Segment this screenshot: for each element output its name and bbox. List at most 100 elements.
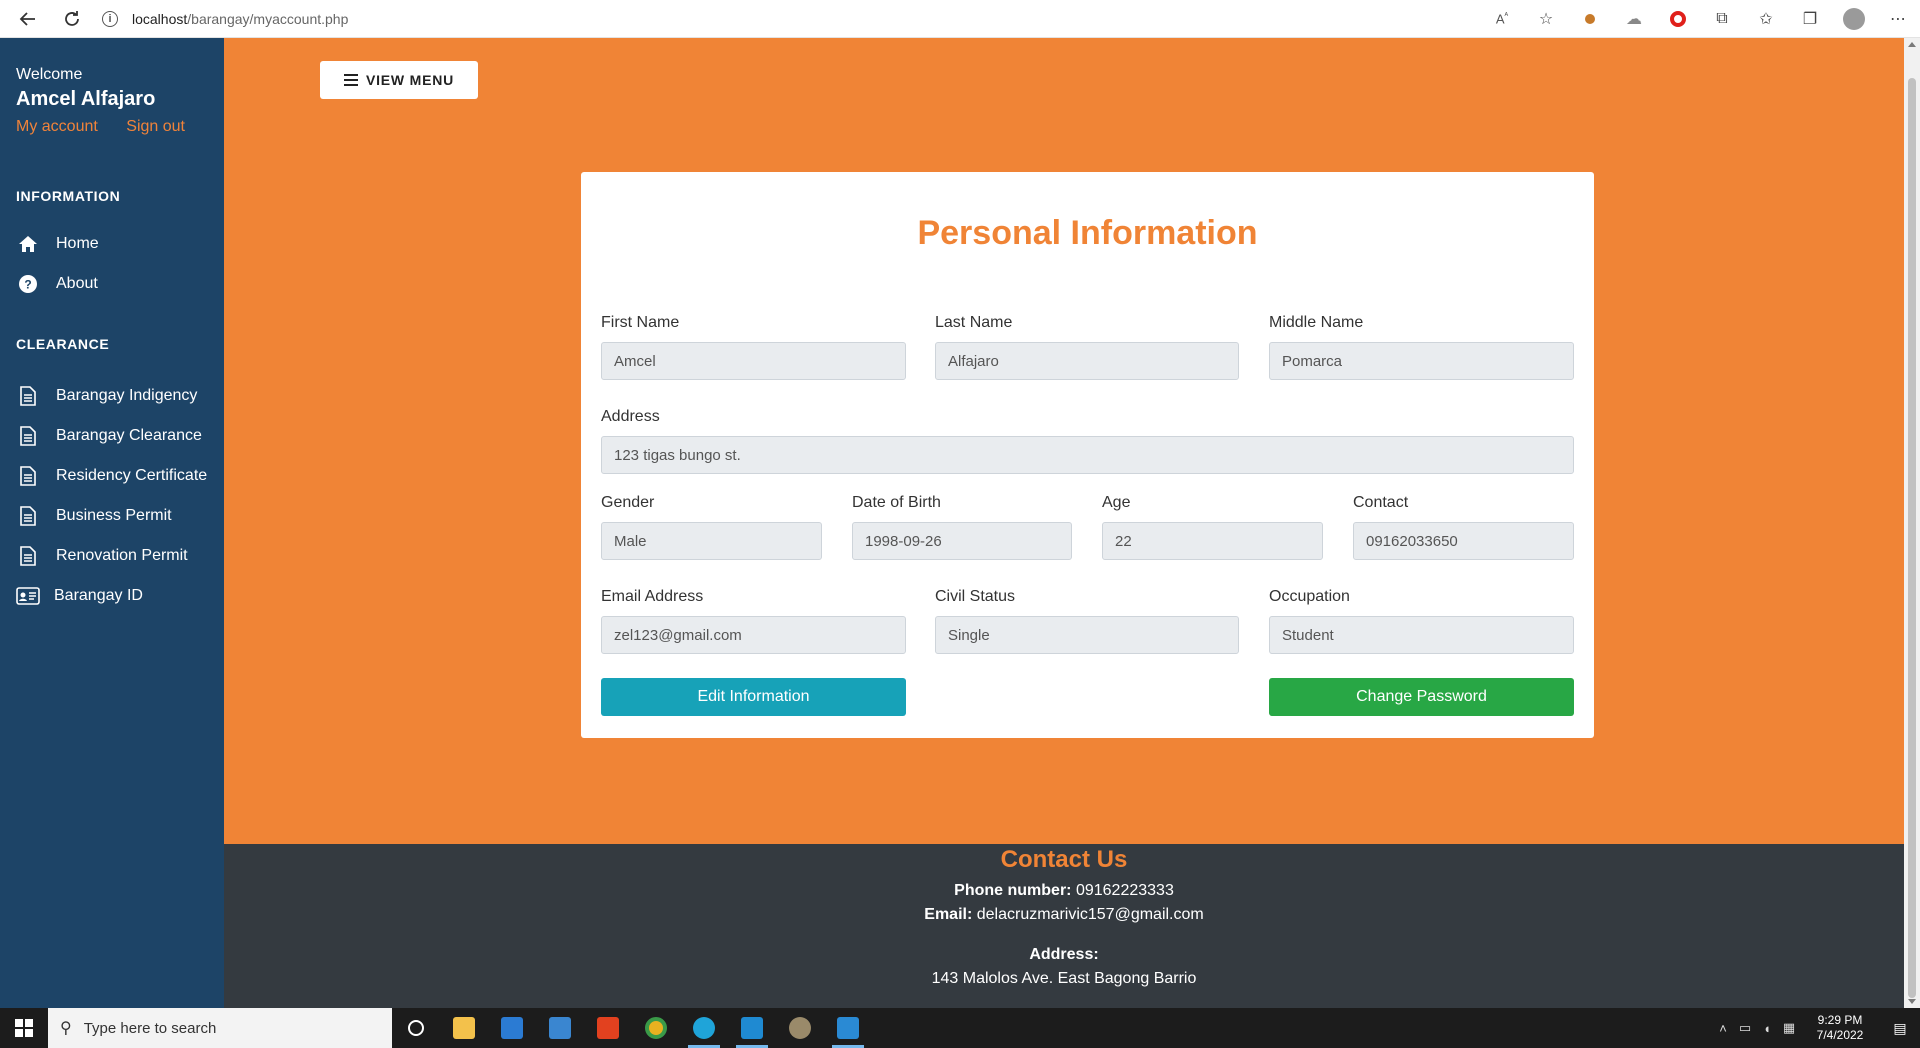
email-label: Email: xyxy=(924,906,973,923)
contact-field[interactable]: 09162033650 xyxy=(1353,522,1574,560)
cortana-icon[interactable] xyxy=(392,1008,440,1048)
sidebar-item-label: Barangay Indigency xyxy=(56,387,198,404)
email-field[interactable]: zel123@gmail.com xyxy=(601,616,906,654)
sidebar-item-barangay-id[interactable]: Barangay ID xyxy=(16,582,143,610)
cloud-icon[interactable]: ☁ xyxy=(1612,0,1656,38)
info-icon[interactable]: i xyxy=(102,11,118,27)
office-icon[interactable] xyxy=(584,1008,632,1048)
favorite-add-icon[interactable]: ☆ xyxy=(1524,0,1568,38)
footer: Contact Us Phone number: 09162223333 Ema… xyxy=(224,844,1904,1008)
windows-icon xyxy=(15,1019,33,1037)
first-name-field[interactable]: Amcel xyxy=(601,342,906,380)
document-icon xyxy=(16,386,40,406)
read-aloud-icon[interactable]: Aᴬ xyxy=(1480,0,1524,38)
welcome-text: Welcome xyxy=(16,66,83,83)
favorites-icon[interactable]: ✩ xyxy=(1744,0,1788,38)
sidebar-item-label: Business Permit xyxy=(56,507,172,524)
sidebar-item-renovation-permit[interactable]: Renovation Permit xyxy=(16,542,188,570)
email-label: Email Address xyxy=(601,588,704,605)
middle-name-field[interactable]: Pomarca xyxy=(1269,342,1574,380)
extension-icon[interactable] xyxy=(1568,0,1612,38)
address-bar[interactable]: i localhost/barangay/myaccount.php xyxy=(102,4,1542,34)
phone-label: Phone number: xyxy=(954,882,1072,899)
middle-name-label: Middle Name xyxy=(1269,314,1364,331)
edge-icon[interactable] xyxy=(680,1008,728,1048)
taskbar-clock[interactable]: 9:29 PM 7/4/2022 xyxy=(1800,1013,1880,1043)
address-label: Address xyxy=(601,408,660,425)
menu-icon xyxy=(343,71,358,89)
document-icon xyxy=(16,426,40,446)
back-icon[interactable] xyxy=(8,0,48,38)
reload-icon[interactable] xyxy=(52,0,92,38)
opera-icon[interactable] xyxy=(1656,0,1700,38)
footer-title: Contact Us xyxy=(1000,846,1128,873)
sidebar-item-business-permit[interactable]: Business Permit xyxy=(16,502,172,530)
sidebar-item-residency-certificate[interactable]: Residency Certificate xyxy=(16,462,207,490)
document-icon xyxy=(16,466,40,486)
user-name: Amcel Alfajaro xyxy=(16,88,156,110)
my-account-link[interactable]: My account xyxy=(16,118,98,135)
dob-field[interactable]: 1998-09-26 xyxy=(852,522,1072,560)
sidebar-item-home[interactable]: Home xyxy=(16,230,99,258)
sidebar: Welcome Amcel Alfajaro My account Sign o… xyxy=(0,38,224,1008)
last-name-field[interactable]: Alfajaro xyxy=(935,342,1239,380)
search-placeholder: Type here to search xyxy=(83,1019,217,1037)
gender-field[interactable]: Male xyxy=(601,522,822,560)
search-icon: ⚲ xyxy=(60,1020,72,1037)
sidebar-item-barangay-clearance[interactable]: Barangay Clearance xyxy=(16,422,202,450)
sign-out-link[interactable]: Sign out xyxy=(126,118,185,135)
file-explorer-icon[interactable] xyxy=(440,1008,488,1048)
chrome-icon[interactable] xyxy=(632,1008,680,1048)
chevron-up-icon[interactable]: ˄ xyxy=(1712,1021,1734,1036)
question-icon: ? xyxy=(16,275,40,293)
address-field[interactable]: 123 tigas bungo st. xyxy=(601,436,1574,474)
scroll-up-icon[interactable] xyxy=(1908,42,1916,47)
url-host: localhost xyxy=(132,11,188,27)
sidebar-item-label: About xyxy=(56,275,98,292)
collections-icon[interactable]: ❐ xyxy=(1788,0,1832,38)
paint-icon[interactable] xyxy=(776,1008,824,1048)
page-scrollbar[interactable] xyxy=(1904,38,1920,1008)
view-menu-button[interactable]: VIEW MENU xyxy=(320,61,478,99)
page-title: Personal Information xyxy=(917,214,1258,252)
puzzle-icon[interactable]: ⧉ xyxy=(1700,0,1744,38)
sidebar-item-barangay-indigency[interactable]: Barangay Indigency xyxy=(16,382,197,410)
clock-date: 7/4/2022 xyxy=(1816,1028,1864,1042)
store-icon[interactable] xyxy=(536,1008,584,1048)
home-icon xyxy=(16,235,40,253)
scroll-thumb[interactable] xyxy=(1908,78,1916,998)
occupation-field[interactable]: Student xyxy=(1269,616,1574,654)
sidebar-item-about[interactable]: ? About xyxy=(16,270,98,298)
sidebar-item-label: Renovation Permit xyxy=(56,547,188,564)
email-value: delacruzmarivic157@gmail.com xyxy=(976,906,1204,923)
view-menu-label: VIEW MENU xyxy=(365,72,455,88)
age-label: Age xyxy=(1102,494,1131,511)
taskbar-search[interactable]: ⚲ Type here to search xyxy=(48,1008,392,1048)
windows-taskbar: ⚲ Type here to search ˄ ▭ ◖ ▦ 9:29 PM 7/… xyxy=(0,1008,1920,1048)
id-card-icon xyxy=(16,587,40,605)
profile-icon[interactable] xyxy=(1832,0,1876,38)
change-password-button[interactable]: Change Password xyxy=(1269,678,1574,716)
age-field[interactable]: 22 xyxy=(1102,522,1323,560)
civil-status-field[interactable]: Single xyxy=(935,616,1239,654)
notification-icon[interactable]: ▤ xyxy=(1880,1020,1920,1037)
more-icon[interactable]: ⋯ xyxy=(1876,0,1920,38)
sidebar-item-label: Residency Certificate xyxy=(56,467,208,484)
volume-icon[interactable]: ◖ xyxy=(1756,1021,1778,1036)
edit-information-button[interactable]: Edit Information xyxy=(601,678,906,716)
occupation-label: Occupation xyxy=(1269,588,1350,605)
photos-icon[interactable] xyxy=(824,1008,872,1048)
vscode-icon[interactable] xyxy=(728,1008,776,1048)
sidebar-item-label: Barangay Clearance xyxy=(56,427,202,444)
keyboard-icon[interactable]: ▦ xyxy=(1778,1020,1800,1036)
start-button[interactable] xyxy=(0,1008,48,1048)
clearance-heading: CLEARANCE xyxy=(16,336,110,352)
dob-label: Date of Birth xyxy=(852,494,941,511)
address-heading: Address: xyxy=(1029,946,1099,963)
system-tray: ˄ ▭ ◖ ▦ 9:29 PM 7/4/2022 ▤ xyxy=(1712,1008,1920,1048)
phone-value: 09162223333 xyxy=(1075,882,1174,899)
scroll-down-icon[interactable] xyxy=(1908,999,1916,1004)
network-icon[interactable]: ▭ xyxy=(1734,1020,1756,1036)
sidebar-item-label: Barangay ID xyxy=(54,587,143,604)
mail-icon[interactable] xyxy=(488,1008,536,1048)
